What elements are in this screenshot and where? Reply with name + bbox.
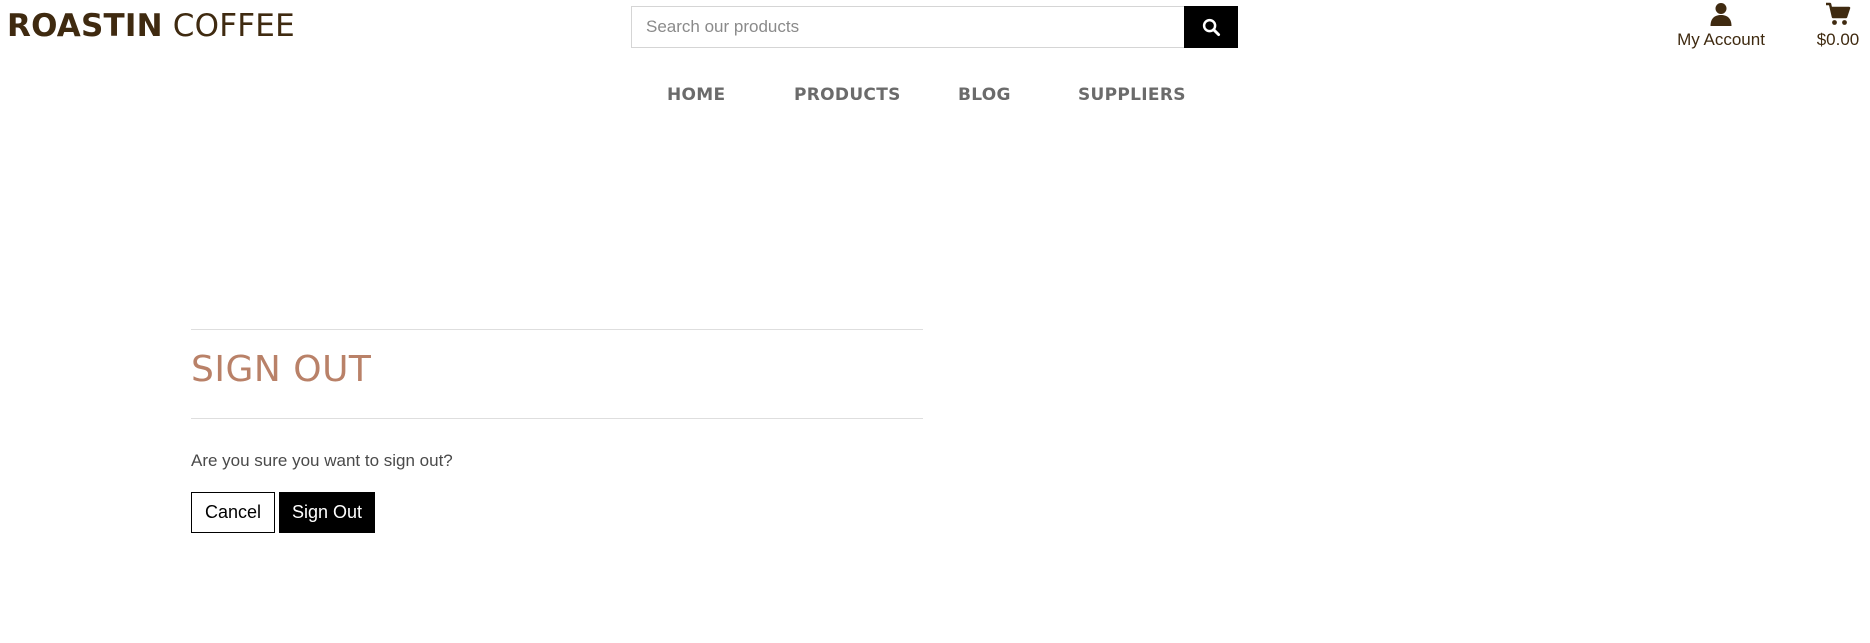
nav-products[interactable]: PRODUCTS [794,82,901,108]
cart-link[interactable]: $0.00 [1806,0,1870,50]
search-input[interactable] [631,6,1184,48]
main-nav: HOME PRODUCTS BLOG SUPPLIERS [0,82,1870,108]
search-button[interactable] [1184,6,1238,48]
search-icon [1202,18,1220,36]
user-icon [1710,3,1732,26]
search-form [631,6,1238,48]
nav-blog[interactable]: BLOG [958,82,1011,108]
page-title: SIGN OUT [191,349,372,390]
bottom-divider [191,418,923,419]
logo-bold-text: ROASTIN [7,8,163,44]
cart-icon [1826,2,1851,25]
signout-question: Are you sure you want to sign out? [191,451,453,470]
nav-suppliers[interactable]: SUPPLIERS [1078,82,1186,108]
cancel-button[interactable]: Cancel [191,492,275,533]
my-account-label: My Account [1677,30,1765,49]
my-account-link[interactable]: My Account [1666,0,1776,50]
cart-total: $0.00 [1816,30,1860,49]
site-logo[interactable]: ROASTIN COFFEE [7,4,295,48]
nav-home[interactable]: HOME [667,82,725,108]
sign-out-button[interactable]: Sign Out [279,492,375,533]
logo-light-text: COFFEE [172,8,295,44]
top-divider [191,329,923,330]
